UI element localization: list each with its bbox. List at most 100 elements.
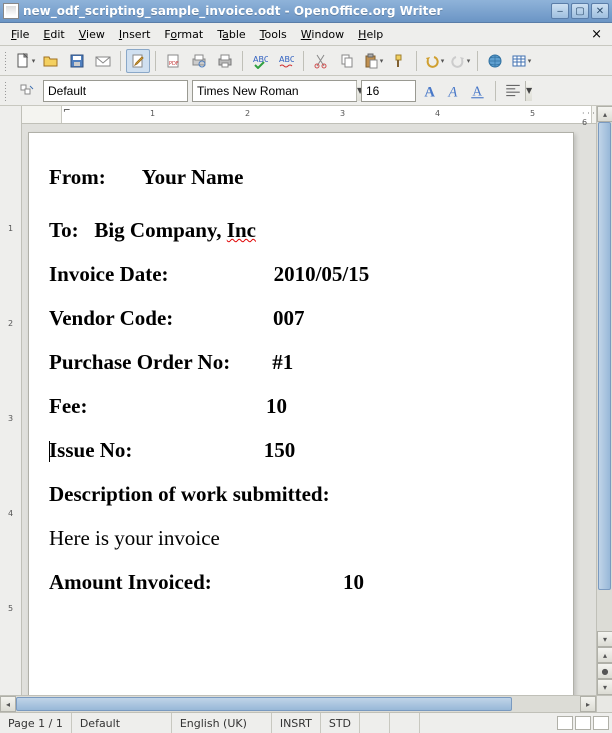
edit-file-button[interactable] [126,49,150,73]
vendor-code-label: Vendor Code: [49,306,173,330]
spellcheck-button[interactable]: ABC [248,49,272,73]
invoice-date-label: Invoice Date: [49,262,169,286]
open-button[interactable] [39,49,63,73]
cut-button[interactable] [309,49,333,73]
autospell-button[interactable]: ABC [274,49,298,73]
po-label: Purchase Order No: [49,350,230,374]
scroll-left-button[interactable]: ◂ [0,696,16,712]
paragraph-style-combo[interactable]: ▼ [43,80,188,102]
vertical-ruler[interactable]: 1 2 3 4 5 [0,106,22,695]
view-book-button[interactable] [593,716,609,730]
from-value: Your Name [142,165,244,189]
prev-page-button[interactable]: ▴ [597,647,612,663]
toolbar-handle[interactable] [4,51,8,71]
hyperlink-button[interactable] [483,49,507,73]
formatting-toolbar: ▼ ▼ ▼ A A A [0,76,612,106]
font-name-combo[interactable]: ▼ [192,80,357,102]
bold-button[interactable]: A [420,81,440,101]
svg-text:A: A [424,84,435,99]
menu-window[interactable]: Window [294,25,351,44]
menu-tools[interactable]: Tools [253,25,294,44]
menu-file[interactable]: File [4,25,36,44]
menu-table[interactable]: Table [210,25,252,44]
status-style[interactable]: Default [72,713,172,733]
nav-button[interactable]: ● [597,663,612,679]
svg-text:PDF: PDF [169,61,179,67]
view-multi-page-button[interactable] [575,716,591,730]
issue-label: Issue No: [49,438,132,462]
new-button[interactable]: ▾ [13,49,37,73]
horizontal-ruler[interactable]: ⌐ 1 2 3 4 5 · · · 6 [22,106,596,124]
status-modified[interactable] [360,713,390,733]
desc-value: Here is your invoice [49,526,553,551]
styles-window-button[interactable] [15,79,39,103]
app-icon [3,3,19,19]
statusbar: Page 1 / 1 Default English (UK) INSRT ST… [0,712,612,733]
font-name-input[interactable] [193,81,356,101]
amount-value: 10 [343,570,364,594]
status-selection-mode[interactable]: STD [321,713,360,733]
amount-label: Amount Invoiced: [49,570,212,594]
page-viewport[interactable]: From: Your Name To: Big Company, Inc Inv… [22,124,580,695]
save-button[interactable] [65,49,89,73]
menu-insert[interactable]: Insert [112,25,158,44]
close-window-button[interactable]: ✕ [591,3,609,19]
document-page[interactable]: From: Your Name To: Big Company, Inc Inv… [28,132,574,695]
format-paintbrush-button[interactable] [387,49,411,73]
menu-help[interactable]: Help [351,25,390,44]
table-button[interactable]: ▾ [509,49,533,73]
scroll-up-button[interactable]: ▴ [597,106,612,122]
svg-text:ABC: ABC [279,55,294,64]
svg-text:ABC: ABC [253,55,268,64]
toolbar-handle[interactable] [4,81,8,101]
close-document-button[interactable]: × [585,25,608,44]
vertical-scroll-thumb[interactable] [598,122,611,590]
maximize-button[interactable]: ▢ [571,3,589,19]
print-button[interactable] [213,49,237,73]
svg-text:A: A [447,84,457,99]
horizontal-scroll-thumb[interactable] [16,697,512,711]
po-value: #1 [272,350,293,374]
scroll-right-button[interactable]: ▸ [580,696,596,712]
standard-toolbar: ▾ PDF ABC ABC ▾ ▾ ▾ ▾ [0,46,612,76]
status-insert-mode[interactable]: INSRT [272,713,321,733]
document-area: 1 2 3 4 5 ⌐ 1 2 3 4 5 · · · 6 From: Your… [0,106,612,695]
menu-view[interactable]: View [72,25,112,44]
invoice-date-value: 2010/05/15 [274,262,370,286]
next-page-button[interactable]: ▾ [597,679,612,695]
undo-button[interactable]: ▾ [422,49,446,73]
to-label: To: [49,218,79,242]
paragraph-style-input[interactable] [44,81,207,101]
fee-value: 10 [266,394,287,418]
copy-button[interactable] [335,49,359,73]
vendor-code-value: 007 [273,306,305,330]
export-pdf-button[interactable]: PDF [161,49,185,73]
titlebar: new_odf_scripting_sample_invoice.odt - O… [0,0,612,23]
horizontal-scrollbar[interactable]: ◂ ▸ [0,695,612,712]
underline-button[interactable]: A [468,81,488,101]
paste-button[interactable]: ▾ [361,49,385,73]
font-size-combo[interactable]: ▼ [361,80,416,102]
window-title: new_odf_scripting_sample_invoice.odt - O… [23,4,551,18]
issue-value: 150 [264,438,296,462]
menu-format[interactable]: Format [157,25,210,44]
desc-label: Description of work submitted: [49,482,330,506]
from-label: From: [49,165,106,189]
italic-button[interactable]: A [444,81,464,101]
menubar: File Edit View Insert Format Table Tools… [0,23,612,46]
minimize-button[interactable]: ‒ [551,3,569,19]
align-left-button[interactable] [503,81,523,101]
svg-text:A: A [472,83,482,98]
scroll-down-button[interactable]: ▾ [597,631,612,647]
menu-edit[interactable]: Edit [36,25,71,44]
status-signature[interactable] [390,713,420,733]
print-preview-button[interactable] [187,49,211,73]
view-single-page-button[interactable] [557,716,573,730]
status-page[interactable]: Page 1 / 1 [0,713,72,733]
status-language[interactable]: English (UK) [172,713,272,733]
fee-label: Fee: [49,394,87,418]
email-button[interactable] [91,49,115,73]
redo-button[interactable]: ▾ [448,49,472,73]
vertical-scrollbar[interactable]: ▴ ▾ ▴ ● ▾ [596,106,612,695]
dropdown-icon[interactable]: ▼ [525,81,532,101]
